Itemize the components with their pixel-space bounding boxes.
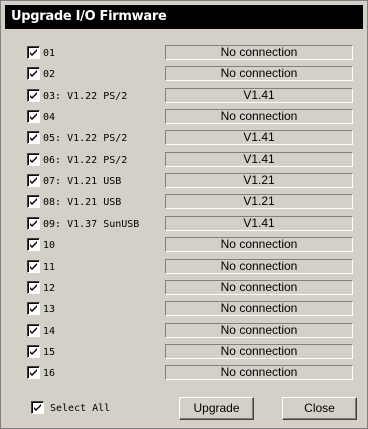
port-label: 04 <box>43 112 56 124</box>
port-status: No connection <box>165 343 353 359</box>
port-label: 09: V1.37 SunUSB <box>43 218 140 230</box>
checkmark-icon <box>30 198 37 206</box>
port-checkbox[interactable] <box>27 280 40 294</box>
checkmark-icon <box>30 347 37 355</box>
port-row: 14 No connection <box>27 322 357 340</box>
port-status: No connection <box>165 301 353 317</box>
checkmark-icon <box>30 155 37 163</box>
port-label: 06: V1.22 PS/2 <box>43 154 128 166</box>
port-status: No connection <box>165 365 353 381</box>
select-all-checkbox[interactable] <box>31 401 44 414</box>
checkmark-icon <box>30 49 37 56</box>
select-all-label: Select All <box>50 403 111 414</box>
checkmark-icon <box>30 241 37 249</box>
checkmark-icon <box>30 369 37 377</box>
port-status: No connection <box>165 45 353 60</box>
port-label: 14 <box>43 325 56 337</box>
port-label: 13 <box>43 304 56 316</box>
port-checkbox[interactable] <box>27 302 40 316</box>
port-status: No connection <box>165 109 353 125</box>
upgrade-button[interactable]: Upgrade <box>179 397 254 420</box>
port-label: 10 <box>43 240 56 252</box>
checkmark-icon <box>30 283 37 291</box>
port-checkbox[interactable] <box>27 67 40 81</box>
port-status: V1.21 <box>165 173 353 189</box>
port-row: 13 No connection <box>27 301 357 318</box>
port-row: 10 No connection <box>27 237 357 254</box>
port-status: V1.41 <box>165 87 353 103</box>
port-status: No connection <box>165 237 353 253</box>
port-row: 11 No connection <box>27 258 357 276</box>
port-status: V1.41 <box>165 130 353 146</box>
port-label: 08: V1.21 USB <box>43 197 122 209</box>
port-label: 16 <box>43 368 56 380</box>
port-status: V1.21 <box>165 194 353 210</box>
port-checkbox[interactable] <box>27 216 40 230</box>
port-checkbox[interactable] <box>27 46 40 59</box>
checkmark-icon <box>30 177 37 185</box>
port-row: 07: V1.21 USB V1.21 <box>27 173 357 190</box>
port-label: 05: V1.22 PS/2 <box>43 133 128 145</box>
port-row: 15 No connection <box>27 343 357 361</box>
port-checkbox[interactable] <box>27 238 40 252</box>
checkmark-icon <box>30 262 37 270</box>
port-checkbox[interactable] <box>27 344 40 358</box>
port-label: 11 <box>43 261 56 273</box>
port-status: No connection <box>165 258 353 274</box>
port-row: 16 No connection <box>27 365 357 382</box>
checkmark-icon <box>34 404 41 411</box>
checkmark-icon <box>30 326 37 334</box>
port-checkbox[interactable] <box>27 366 40 380</box>
dialog-title: Upgrade I/O Firmware <box>5 5 363 29</box>
port-checkbox[interactable] <box>27 195 40 209</box>
checkmark-icon <box>30 70 37 78</box>
port-status: No connection <box>165 66 353 82</box>
checkmark-icon <box>30 113 37 121</box>
port-checkbox[interactable] <box>27 88 40 102</box>
checkmark-icon <box>30 305 37 313</box>
port-status: No connection <box>165 279 353 295</box>
checkmark-icon <box>30 134 37 142</box>
port-row: 08: V1.21 USB V1.21 <box>27 194 357 211</box>
port-checkbox[interactable] <box>27 131 40 145</box>
port-row: 06: V1.22 PS/2 V1.41 <box>27 151 357 169</box>
port-label: 07: V1.21 USB <box>43 176 122 188</box>
port-checkbox[interactable] <box>27 323 40 337</box>
port-status: No connection <box>165 322 353 338</box>
port-status: V1.41 <box>165 151 353 167</box>
checkmark-icon <box>30 91 37 99</box>
port-label: 15 <box>43 346 56 358</box>
port-status: V1.41 <box>165 215 353 231</box>
port-checkbox[interactable] <box>27 174 40 188</box>
port-row: 03: V1.22 PS/2 V1.41 <box>27 87 357 105</box>
checkmark-icon <box>30 219 37 227</box>
port-row: 05: V1.22 PS/2 V1.41 <box>27 130 357 147</box>
port-row: 09: V1.37 SunUSB V1.41 <box>27 215 357 233</box>
port-label: 02 <box>43 69 56 81</box>
port-label: 03: V1.22 PS/2 <box>43 90 128 102</box>
port-label: 01 <box>43 48 56 59</box>
port-row: 04 No connection <box>27 109 357 126</box>
port-row: 02 No connection <box>27 66 357 83</box>
port-label: 12 <box>43 282 56 294</box>
port-checkbox[interactable] <box>27 152 40 166</box>
port-row: 01 No connection <box>27 45 357 62</box>
upgrade-firmware-dialog: Upgrade I/O Firmware 01 No connection 02 No… <box>0 0 368 429</box>
port-checkbox[interactable] <box>27 259 40 273</box>
port-checkbox[interactable] <box>27 110 40 124</box>
port-row: 12 No connection <box>27 279 357 297</box>
close-button[interactable]: Close <box>282 397 357 420</box>
